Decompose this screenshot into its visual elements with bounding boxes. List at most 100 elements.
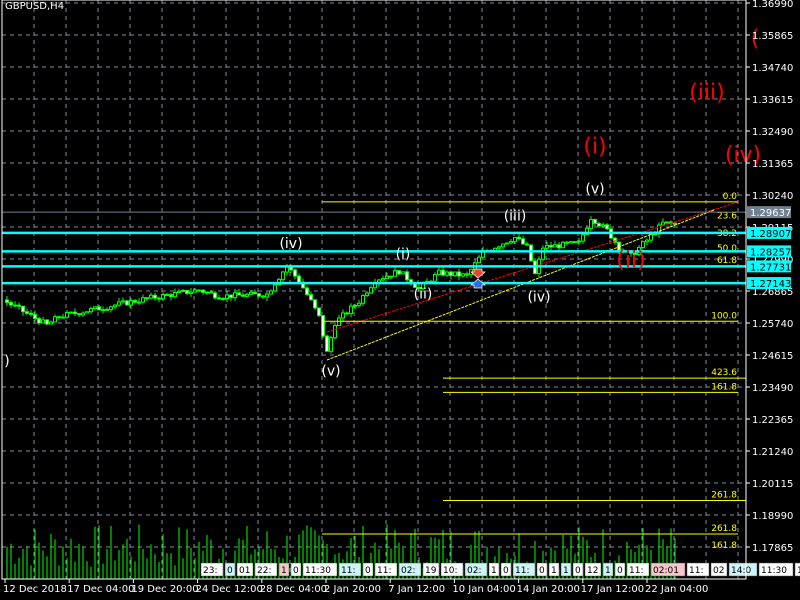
time-strip-label: 22:: [257, 566, 271, 576]
candle-body: [321, 315, 325, 337]
time-strip-label: 0: [365, 566, 371, 576]
candle-body: [121, 300, 125, 303]
candle-body: [645, 239, 649, 243]
candle-body: [329, 337, 333, 352]
candle-body: [333, 324, 337, 339]
candle-body: [505, 242, 509, 245]
wave-label-red: (ii): [616, 248, 645, 273]
candle-body: [661, 221, 665, 226]
candle-body: [253, 291, 257, 295]
candle-body: [225, 294, 229, 299]
candle-body: [517, 236, 521, 240]
level-price-label: 1.28907: [750, 229, 791, 240]
candle-body: [13, 304, 17, 307]
y-tick-label: 1.36990: [752, 0, 793, 10]
time-strip-label: 11:: [629, 566, 643, 576]
x-tick-label: 19 Dec 20:00: [131, 584, 198, 595]
candle-body: [113, 304, 117, 308]
time-strip-label: 01: [239, 566, 250, 576]
candle-body: [169, 294, 173, 298]
candle-body: [497, 246, 501, 249]
candle-body: [357, 302, 361, 306]
candle-body: [553, 244, 557, 248]
candle-body: [181, 289, 185, 292]
candle-body: [153, 294, 157, 299]
candle-body: [69, 311, 73, 314]
time-strip-label: 1: [281, 566, 287, 576]
price-chart[interactable]: 0.023.638.250.061.8100.0423.6161.8261.82…: [0, 0, 800, 600]
candle-body: [189, 291, 193, 294]
candle-body: [5, 299, 9, 303]
candle-body: [673, 222, 677, 225]
candle-body: [577, 240, 581, 243]
candle-body: [61, 316, 65, 319]
candle-body: [257, 293, 261, 297]
time-strip-label: 0: [575, 566, 581, 576]
candle-body: [261, 295, 265, 298]
wave-label-red: (i): [583, 134, 606, 159]
time-strip-label: 12: [587, 566, 598, 576]
candle-body: [201, 289, 205, 293]
fib-level-label: 23.6: [717, 212, 737, 222]
y-tick-label: 1.32490: [752, 127, 793, 138]
candle-body: [437, 269, 441, 276]
candle-body: [501, 243, 505, 248]
candle-body: [173, 291, 177, 298]
fib-level-label: 423.6: [711, 368, 737, 378]
y-tick-label: 1.21240: [752, 447, 793, 458]
candle-body: [21, 305, 25, 313]
candle-body: [313, 299, 317, 309]
x-tick-label: 7 Jan 12:00: [388, 584, 445, 595]
fib-level-label: 161.8: [711, 382, 737, 392]
time-strip-label: 02: [713, 566, 724, 576]
candle-body: [205, 291, 209, 294]
level-price-label: 1.27731: [750, 262, 791, 273]
x-tick-label: 17 Dec 04:00: [67, 584, 134, 595]
candle-body: [525, 243, 529, 246]
candle-body: [185, 289, 189, 294]
y-tick-label: 1.23490: [752, 383, 793, 394]
time-strip-label: 02:: [401, 566, 415, 576]
candle-body: [57, 316, 61, 319]
candle-body: [97, 306, 101, 311]
wave-label-white: ): [4, 353, 9, 369]
candle-body: [93, 306, 97, 310]
candle-body: [149, 294, 153, 299]
candle-body: [49, 321, 53, 325]
candle-body: [237, 292, 241, 296]
candle-body: [561, 241, 565, 249]
candle-body: [589, 219, 593, 229]
x-tick-label: 28 Dec 04:00: [260, 584, 327, 595]
candle-body: [209, 291, 213, 294]
x-tick-label: 22 Jan 04:00: [645, 584, 708, 595]
candle-body: [509, 241, 513, 244]
candle-body: [41, 319, 45, 324]
candle-body: [157, 297, 161, 300]
candle-body: [665, 221, 669, 224]
candle-body: [269, 290, 273, 295]
time-strip-label: 11:: [515, 566, 529, 576]
candle-body: [165, 294, 169, 297]
time-strip-label: 0: [539, 566, 545, 576]
candle-body: [593, 219, 597, 224]
time-strip-label: 10:: [443, 566, 457, 576]
candle-body: [265, 293, 269, 298]
candle-body: [217, 297, 221, 300]
candle-body: [345, 312, 349, 315]
time-strip-label: 19: [425, 566, 437, 576]
candle-body: [397, 270, 401, 275]
candle-body: [565, 241, 569, 244]
candle-body: [9, 301, 13, 306]
candle-body: [449, 271, 453, 277]
candle-body: [273, 284, 277, 292]
candle-body: [549, 244, 553, 248]
candle-body: [133, 300, 137, 303]
candle-body: [605, 224, 609, 230]
candle-body: [45, 319, 49, 325]
time-strip-label: 11:: [341, 566, 355, 576]
candle-body: [249, 291, 253, 295]
candle-body: [317, 307, 321, 317]
wave-label-white: (v): [585, 181, 604, 197]
candle-body: [529, 244, 533, 262]
candle-body: [81, 312, 85, 316]
